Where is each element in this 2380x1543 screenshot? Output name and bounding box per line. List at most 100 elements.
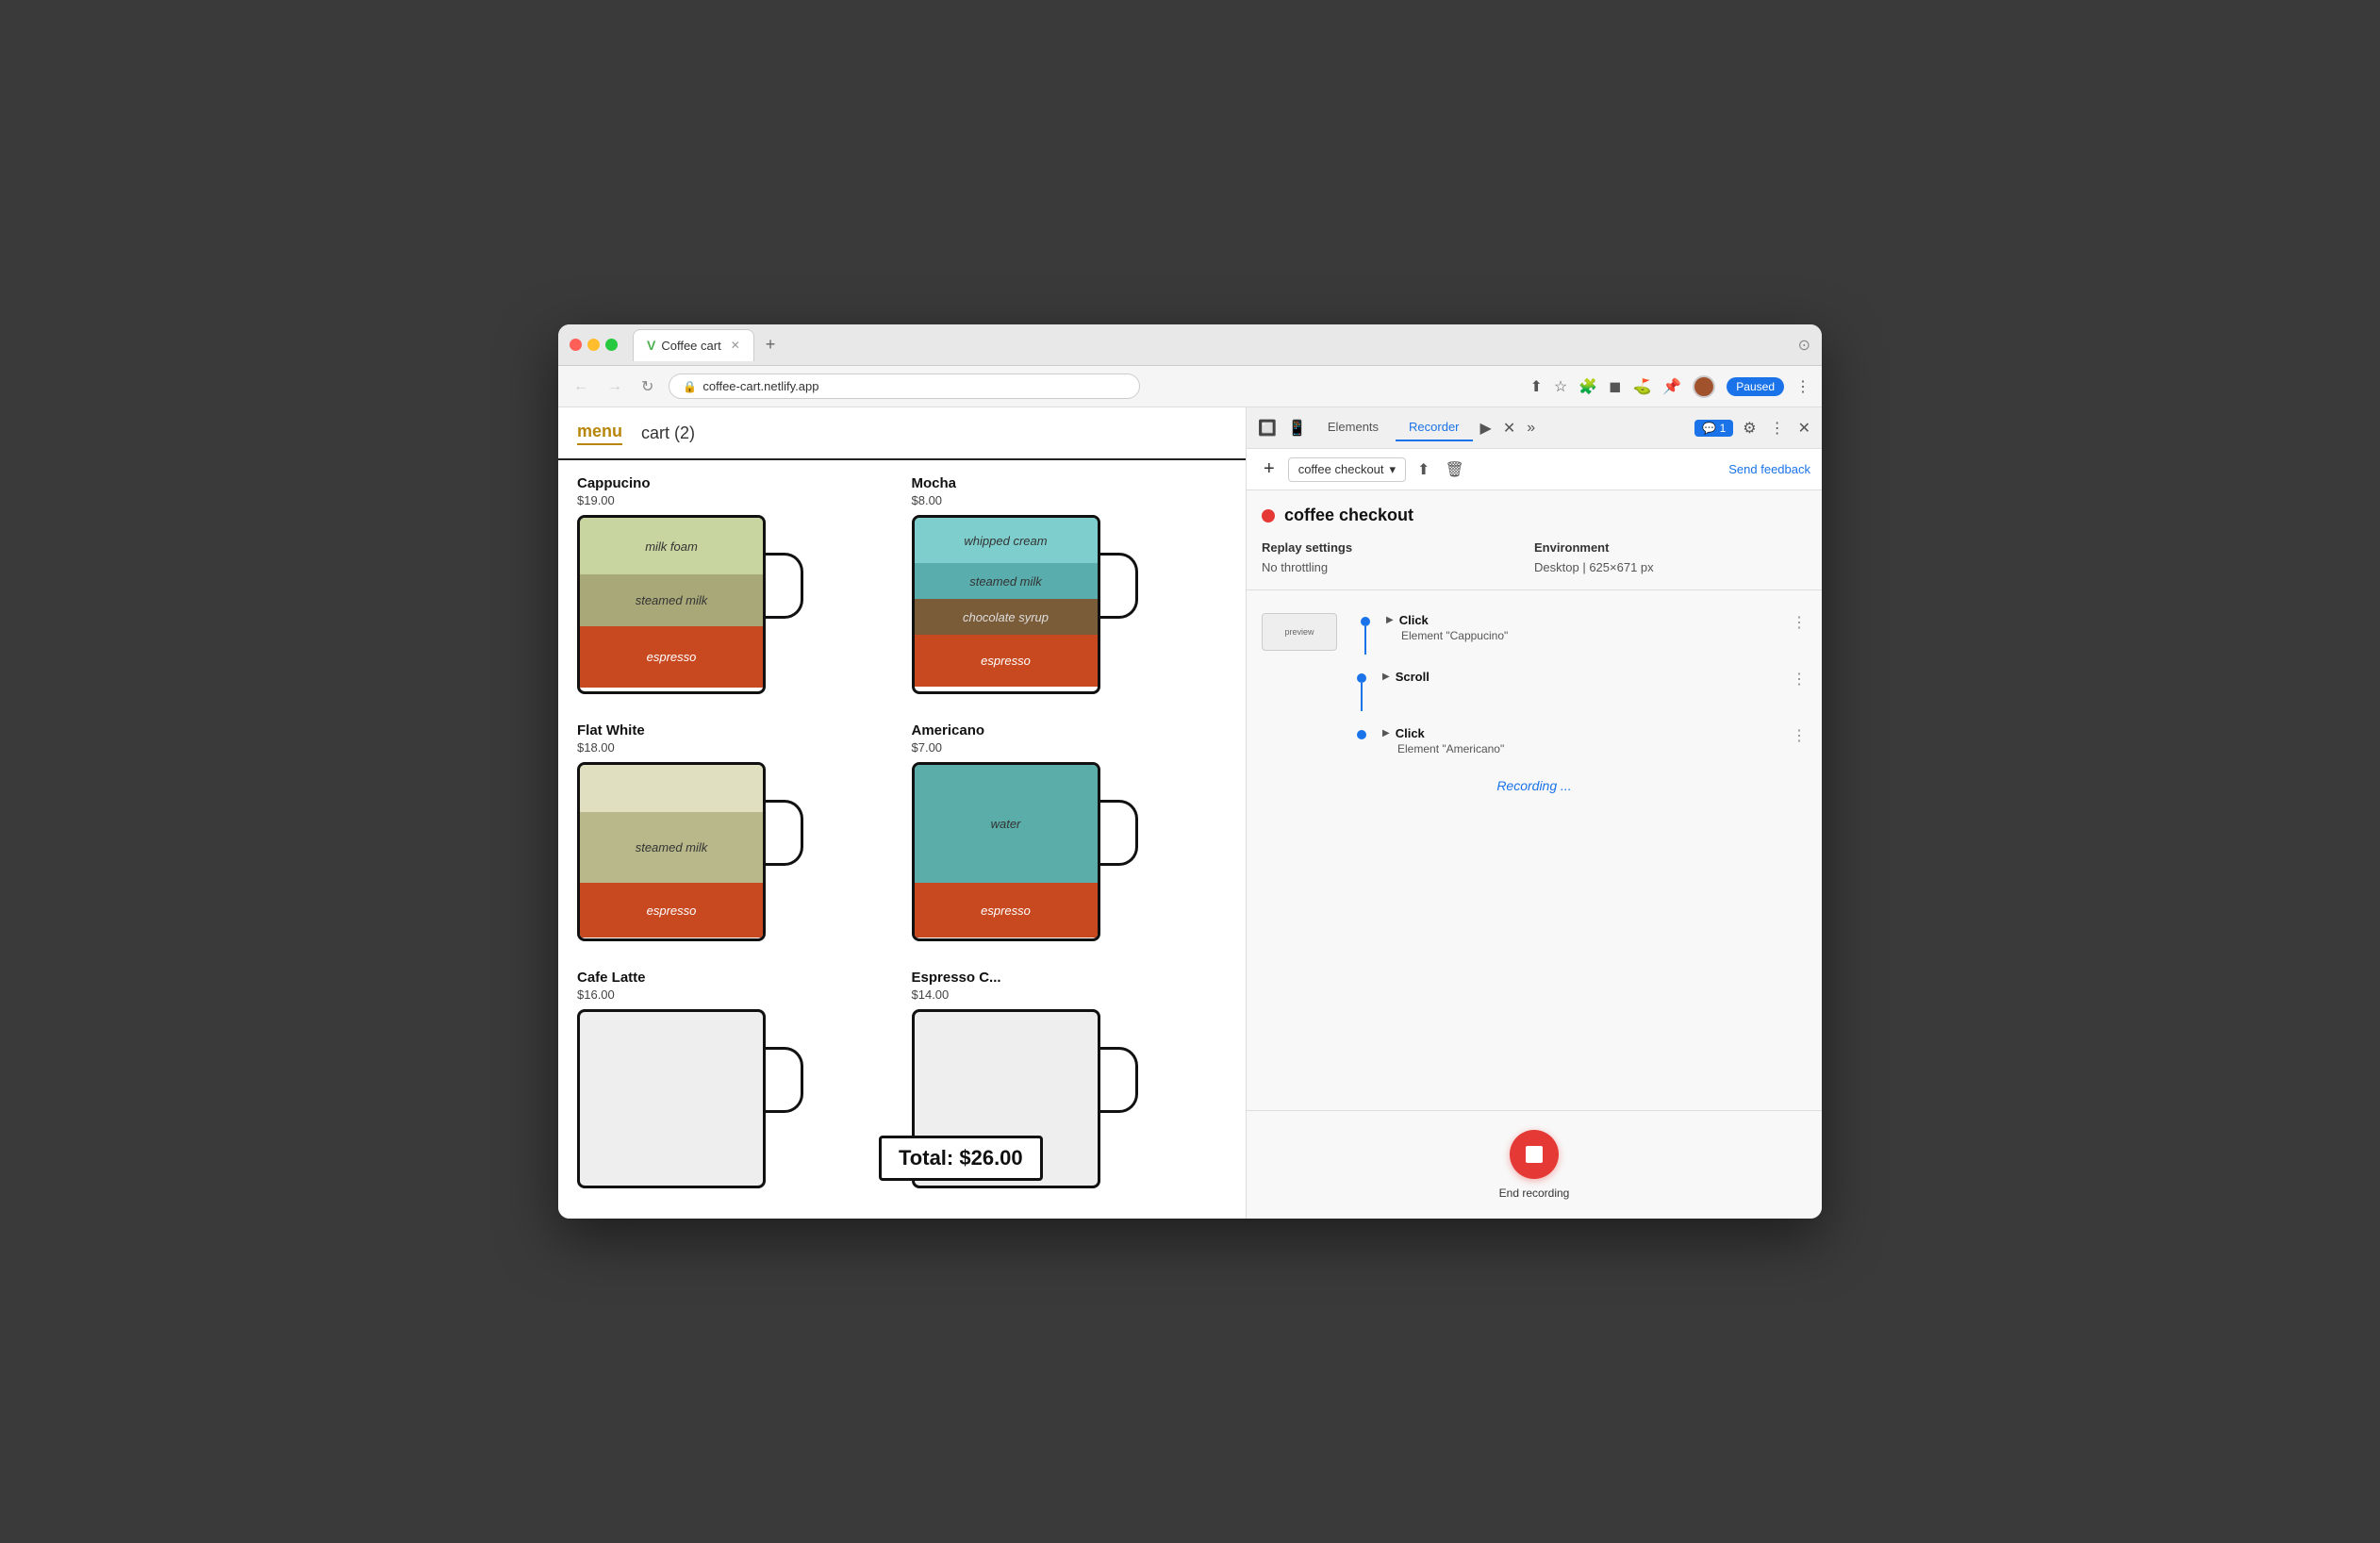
minimize-window-button[interactable] — [587, 339, 600, 351]
step-menu-icon[interactable]: ⋮ — [1792, 613, 1807, 632]
layer-espresso: espresso — [915, 883, 1098, 937]
cart-nav-item[interactable]: cart (2) — [641, 423, 695, 443]
recording-select[interactable]: coffee checkout ▾ — [1288, 457, 1406, 482]
coffee-item-cappucino[interactable]: Cappucino $19.00 milk foam steamed milk … — [577, 475, 893, 704]
coffee-item-cafelatte[interactable]: Cafe Latte $16.00 — [577, 970, 893, 1198]
mug-handle — [766, 1047, 803, 1113]
layer-milk-foam: milk foam — [580, 518, 763, 574]
coffee-name: Americano — [912, 722, 1228, 738]
url-text: coffee-cart.netlify.app — [702, 379, 818, 393]
back-button[interactable]: ← — [570, 374, 592, 399]
avatar[interactable] — [1693, 375, 1715, 398]
replay-settings-label: Replay settings — [1262, 540, 1534, 555]
step-dot — [1361, 617, 1370, 626]
send-feedback-link[interactable]: Send feedback — [1728, 462, 1810, 476]
replay-settings-left: Replay settings No throttling — [1262, 540, 1534, 574]
step-expand-icon[interactable]: ▶ — [1382, 672, 1390, 682]
layer-steamed-milk: steamed milk — [580, 812, 763, 883]
stop-recording-button[interactable] — [1510, 1130, 1559, 1179]
close-recorder-icon[interactable]: ✕ — [1499, 415, 1519, 441]
share-icon[interactable]: ⬆ — [1530, 377, 1543, 396]
extensions-icon[interactable]: 🧩 — [1578, 377, 1597, 396]
add-recording-button[interactable]: + — [1258, 456, 1281, 482]
paused-badge[interactable]: Paused — [1727, 377, 1784, 396]
coffee-name: Cafe Latte — [577, 970, 893, 986]
bookmark-icon[interactable]: ☆ — [1554, 377, 1567, 396]
tab-favicon-icon: V — [647, 338, 655, 353]
step-expand-icon[interactable]: ▶ — [1386, 615, 1394, 625]
reload-button[interactable]: ↻ — [637, 373, 657, 400]
delete-icon[interactable]: 🗑 — [1441, 456, 1467, 483]
active-tab[interactable]: V Coffee cart ✕ — [633, 329, 754, 361]
coffee-item-flatwhite[interactable]: Flat White $18.00 steamed milk espresso — [577, 722, 893, 951]
recording-status: Recording ... — [1247, 763, 1822, 808]
export-icon[interactable]: ⬆ — [1413, 456, 1433, 483]
chat-badge[interactable]: 💬 1 — [1694, 420, 1733, 437]
menu-icon[interactable]: ⋮ — [1795, 377, 1810, 396]
mug-body: water espresso — [912, 762, 1100, 941]
coffee-price: $16.00 — [577, 987, 893, 1002]
pin-icon[interactable]: 📌 — [1662, 377, 1681, 396]
record-indicator-icon: ▶ — [1477, 415, 1496, 441]
step-item-click-cappucino[interactable]: preview ▶ Click Element "Cappucino" ⋮ — [1247, 606, 1822, 662]
device-icon[interactable]: 📱 — [1284, 415, 1311, 441]
title-bar: V Coffee cart ✕ + ⊙ — [558, 324, 1822, 366]
coffee-price: $14.00 — [912, 987, 1228, 1002]
step-header: ▶ Click — [1386, 613, 1780, 627]
dropdown-arrow-icon: ▾ — [1390, 462, 1397, 477]
step-menu-icon[interactable]: ⋮ — [1792, 726, 1807, 745]
close-window-button[interactable] — [570, 339, 582, 351]
step-description: Element "Cappucino" — [1386, 629, 1780, 642]
step-expand-icon[interactable]: ▶ — [1382, 728, 1390, 738]
step-header: ▶ Click — [1382, 726, 1780, 740]
coffee-name: Espresso C... — [912, 970, 1228, 986]
settings-icon[interactable]: ⚙ — [1739, 415, 1760, 441]
coffee-name: Cappucino — [577, 475, 893, 491]
more-tabs-icon[interactable]: » — [1523, 416, 1539, 440]
step-preview: preview — [1262, 613, 1337, 651]
coffee-item-americano[interactable]: Americano $7.00 water espresso — [912, 722, 1228, 951]
layer-espresso: espresso — [580, 883, 763, 937]
new-tab-button[interactable]: + — [758, 331, 784, 358]
step-content: ▶ Click Element "Cappucino" — [1386, 613, 1780, 642]
step-description: Element "Americano" — [1382, 742, 1780, 755]
tab-close-button[interactable]: ✕ — [731, 339, 740, 352]
inspector-icon[interactable]: 🔲 — [1254, 415, 1281, 441]
mug-flatwhite: steamed milk espresso — [577, 762, 803, 951]
forward-button[interactable]: → — [603, 374, 626, 399]
step-menu-icon[interactable]: ⋮ — [1792, 670, 1807, 689]
step-type: Click — [1399, 613, 1429, 627]
more-options-icon[interactable]: ⋮ — [1766, 415, 1789, 441]
tab-elements[interactable]: Elements — [1314, 414, 1392, 441]
menu-nav-item[interactable]: menu — [577, 422, 622, 445]
profile-icon[interactable]: ⛳ — [1632, 377, 1651, 396]
address-bar: ← → ↻ 🔒 coffee-cart.netlify.app ⬆ ☆ 🧩 ◼ … — [558, 366, 1822, 407]
close-devtools-icon[interactable]: ✕ — [1794, 415, 1814, 441]
tab-recorder[interactable]: Recorder — [1396, 414, 1472, 441]
app-content: Cappucino $19.00 milk foam steamed milk … — [558, 460, 1246, 1219]
address-icons: ⬆ ☆ 🧩 ◼ ⛳ 📌 Paused ⋮ — [1530, 375, 1811, 398]
step-type: Scroll — [1396, 670, 1430, 684]
traffic-lights — [570, 339, 618, 351]
coffee-price: $7.00 — [912, 740, 1228, 755]
layer-top — [580, 765, 763, 812]
devtools-panel: 🔲 📱 Elements Recorder ▶ ✕ » 💬 1 ⚙ ⋮ ✕ — [1247, 407, 1822, 1219]
total-bar: Total: $26.00 — [879, 1136, 1043, 1181]
step-content: ▶ Click Element "Americano" — [1382, 726, 1780, 755]
devtools-bottom: End recording — [1247, 1110, 1822, 1219]
tab-title: Coffee cart — [661, 339, 720, 353]
browser-window: V Coffee cart ✕ + ⊙ ← → ↻ 🔒 coffee-cart.… — [558, 324, 1822, 1219]
recorder-toolbar: + coffee checkout ▾ ⬆ 🗑 Send feedback — [1247, 449, 1822, 490]
coffee-item-mocha[interactable]: Mocha $8.00 whipped cream steamed milk c… — [912, 475, 1228, 704]
maximize-window-button[interactable] — [605, 339, 618, 351]
lock-icon: 🔒 — [683, 380, 697, 393]
layer-espresso: espresso — [580, 626, 763, 688]
step-header: ▶ Scroll — [1382, 670, 1780, 684]
url-bar[interactable]: 🔒 coffee-cart.netlify.app — [669, 373, 1140, 399]
replay-settings: Replay settings No throttling Environmen… — [1247, 533, 1822, 590]
mug-americano: water espresso — [912, 762, 1138, 951]
step-item-click-americano[interactable]: ▶ Click Element "Americano" ⋮ — [1247, 719, 1822, 763]
layer-steamed-milk: steamed milk — [580, 574, 763, 626]
step-item-scroll[interactable]: ▶ Scroll ⋮ — [1247, 662, 1822, 719]
devtools-icon[interactable]: ◼ — [1609, 377, 1621, 396]
